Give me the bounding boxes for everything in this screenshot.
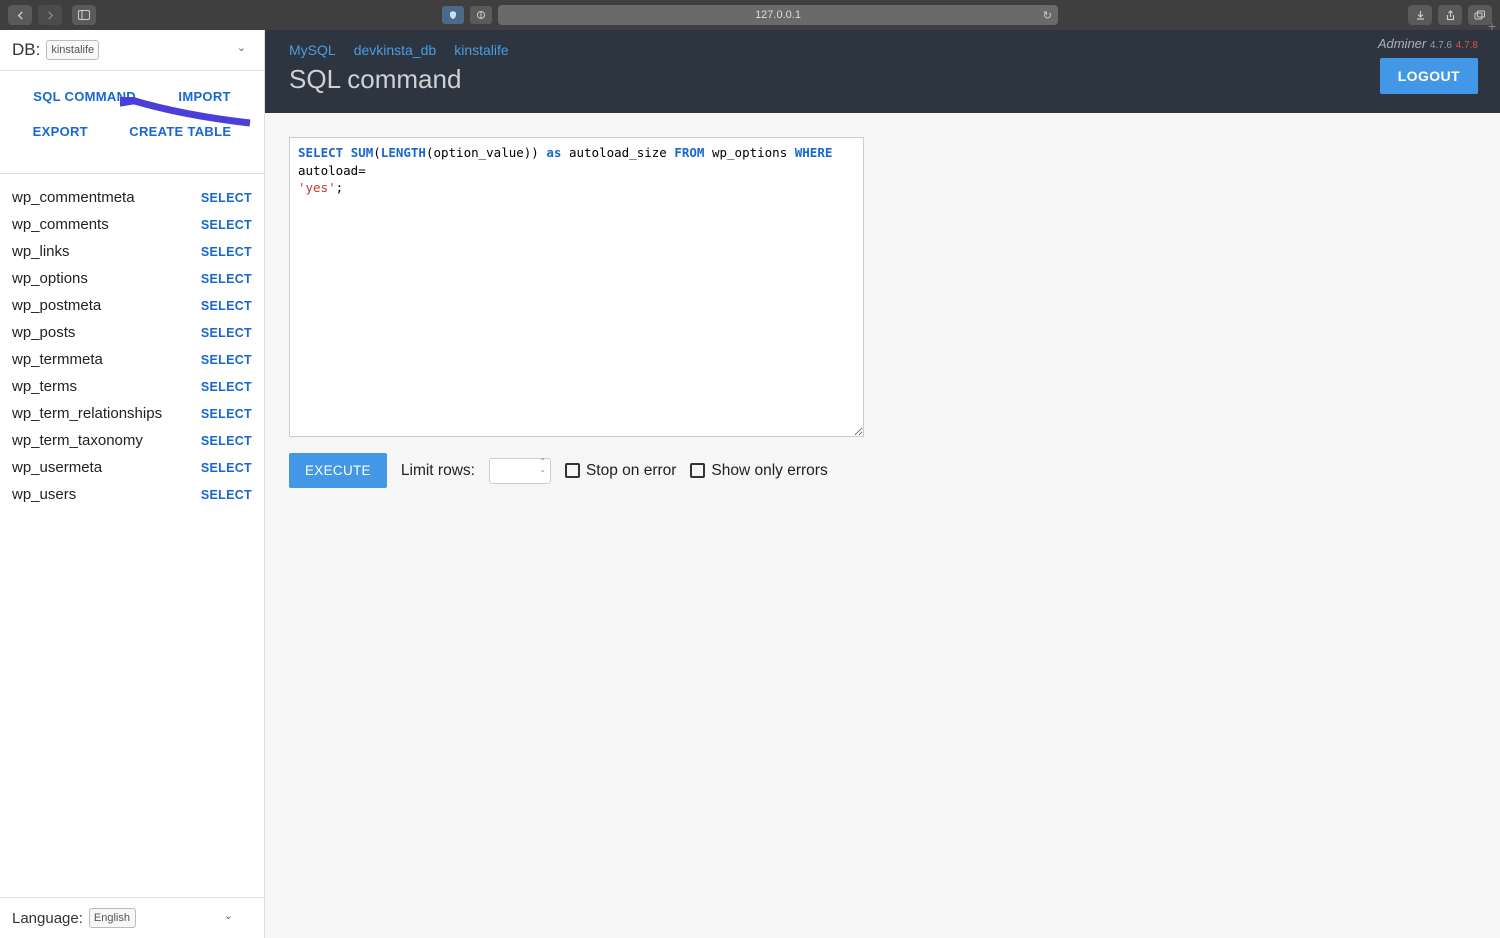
page-title: SQL command — [289, 64, 1476, 95]
export-link[interactable]: EXPORT — [33, 124, 88, 139]
table-select-link[interactable]: SELECT — [201, 353, 252, 367]
table-row: wp_termmeta SELECT — [12, 346, 252, 373]
table-select-link[interactable]: SELECT — [201, 407, 252, 421]
checkbox-icon — [565, 463, 580, 478]
logout-button[interactable]: LOGOUT — [1380, 58, 1478, 94]
execute-button[interactable]: EXECUTE — [289, 453, 387, 488]
table-name-link[interactable]: wp_users — [12, 486, 76, 503]
table-row: wp_terms SELECT — [12, 373, 252, 400]
table-select-link[interactable]: SELECT — [201, 218, 252, 232]
table-select-link[interactable]: SELECT — [201, 299, 252, 313]
limit-rows-label: Limit rows: — [401, 462, 475, 480]
language-select[interactable]: English — [89, 908, 136, 928]
table-name-link[interactable]: wp_term_relationships — [12, 405, 162, 422]
table-name-link[interactable]: wp_comments — [12, 216, 109, 233]
download-icon[interactable] — [1408, 5, 1432, 25]
breadcrumb-link[interactable]: devkinsta_db — [354, 42, 437, 58]
table-name-link[interactable]: wp_links — [12, 243, 70, 260]
table-row: wp_usermeta SELECT — [12, 454, 252, 481]
stop-on-error-checkbox[interactable]: Stop on error — [565, 462, 676, 480]
table-name-link[interactable]: wp_posts — [12, 324, 75, 341]
table-name-link[interactable]: wp_term_taxonomy — [12, 432, 143, 449]
table-row: wp_links SELECT — [12, 238, 252, 265]
table-row: wp_users SELECT — [12, 481, 252, 508]
show-only-errors-checkbox[interactable]: Show only errors — [690, 462, 827, 480]
nav-forward-button[interactable] — [38, 5, 62, 25]
table-select-link[interactable]: SELECT — [201, 326, 252, 340]
table-select-link[interactable]: SELECT — [201, 272, 252, 286]
table-row: wp_term_relationships SELECT — [12, 400, 252, 427]
sidebar: DB: kinstalife SQL COMMAND IMPORT EXPORT… — [0, 30, 265, 938]
sql-query-input[interactable]: SELECT SUM(LENGTH(option_value)) as auto… — [289, 137, 864, 437]
table-row: wp_options SELECT — [12, 265, 252, 292]
browser-chrome: 127.0.0.1 ↻ + — [0, 0, 1500, 30]
table-select-link[interactable]: SELECT — [201, 191, 252, 205]
language-label: Language: — [12, 910, 83, 927]
reader-badge-icon[interactable] — [470, 6, 492, 24]
nav-back-button[interactable] — [8, 5, 32, 25]
breadcrumb: MySQL devkinsta_db kinstalife — [289, 42, 1476, 58]
table-name-link[interactable]: wp_commentmeta — [12, 189, 135, 206]
main: Adminer 4.7.6 4.7.8 MySQL devkinsta_db kin… — [265, 30, 1500, 938]
table-select-link[interactable]: SELECT — [201, 380, 252, 394]
breadcrumb-link[interactable]: kinstalife — [454, 42, 508, 58]
create-table-link[interactable]: CREATE TABLE — [129, 124, 231, 139]
table-list: wp_commentmetaSELECTwp_commentsSELECTwp_… — [0, 174, 264, 897]
table-row: wp_term_taxonomy SELECT — [12, 427, 252, 454]
url-text: 127.0.0.1 — [755, 9, 801, 21]
table-select-link[interactable]: SELECT — [201, 461, 252, 475]
table-name-link[interactable]: wp_termmeta — [12, 351, 103, 368]
breadcrumb-link[interactable]: MySQL — [289, 42, 336, 58]
limit-rows-input[interactable] — [489, 458, 551, 484]
share-icon[interactable] — [1438, 5, 1462, 25]
sql-command-link[interactable]: SQL COMMAND — [33, 89, 136, 104]
main-header: Adminer 4.7.6 4.7.8 MySQL devkinsta_db kin… — [265, 30, 1500, 113]
db-label: DB: — [12, 40, 40, 60]
sidebar-toggle-button[interactable] — [72, 5, 96, 25]
table-row: wp_posts SELECT — [12, 319, 252, 346]
db-select[interactable]: kinstalife — [46, 40, 99, 60]
table-name-link[interactable]: wp_postmeta — [12, 297, 101, 314]
privacy-badge-icon[interactable] — [442, 6, 464, 24]
checkbox-icon — [690, 463, 705, 478]
table-select-link[interactable]: SELECT — [201, 434, 252, 448]
table-select-link[interactable]: SELECT — [201, 245, 252, 259]
table-row: wp_postmeta SELECT — [12, 292, 252, 319]
table-row: wp_comments SELECT — [12, 211, 252, 238]
table-select-link[interactable]: SELECT — [201, 488, 252, 502]
import-link[interactable]: IMPORT — [178, 89, 230, 104]
brand: Adminer 4.7.6 4.7.8 — [1378, 36, 1478, 51]
table-name-link[interactable]: wp_terms — [12, 378, 77, 395]
refresh-icon[interactable]: ↻ — [1043, 9, 1052, 22]
table-row: wp_commentmeta SELECT — [12, 184, 252, 211]
table-name-link[interactable]: wp_usermeta — [12, 459, 102, 476]
url-bar[interactable]: 127.0.0.1 ↻ — [498, 5, 1058, 25]
table-name-link[interactable]: wp_options — [12, 270, 88, 287]
